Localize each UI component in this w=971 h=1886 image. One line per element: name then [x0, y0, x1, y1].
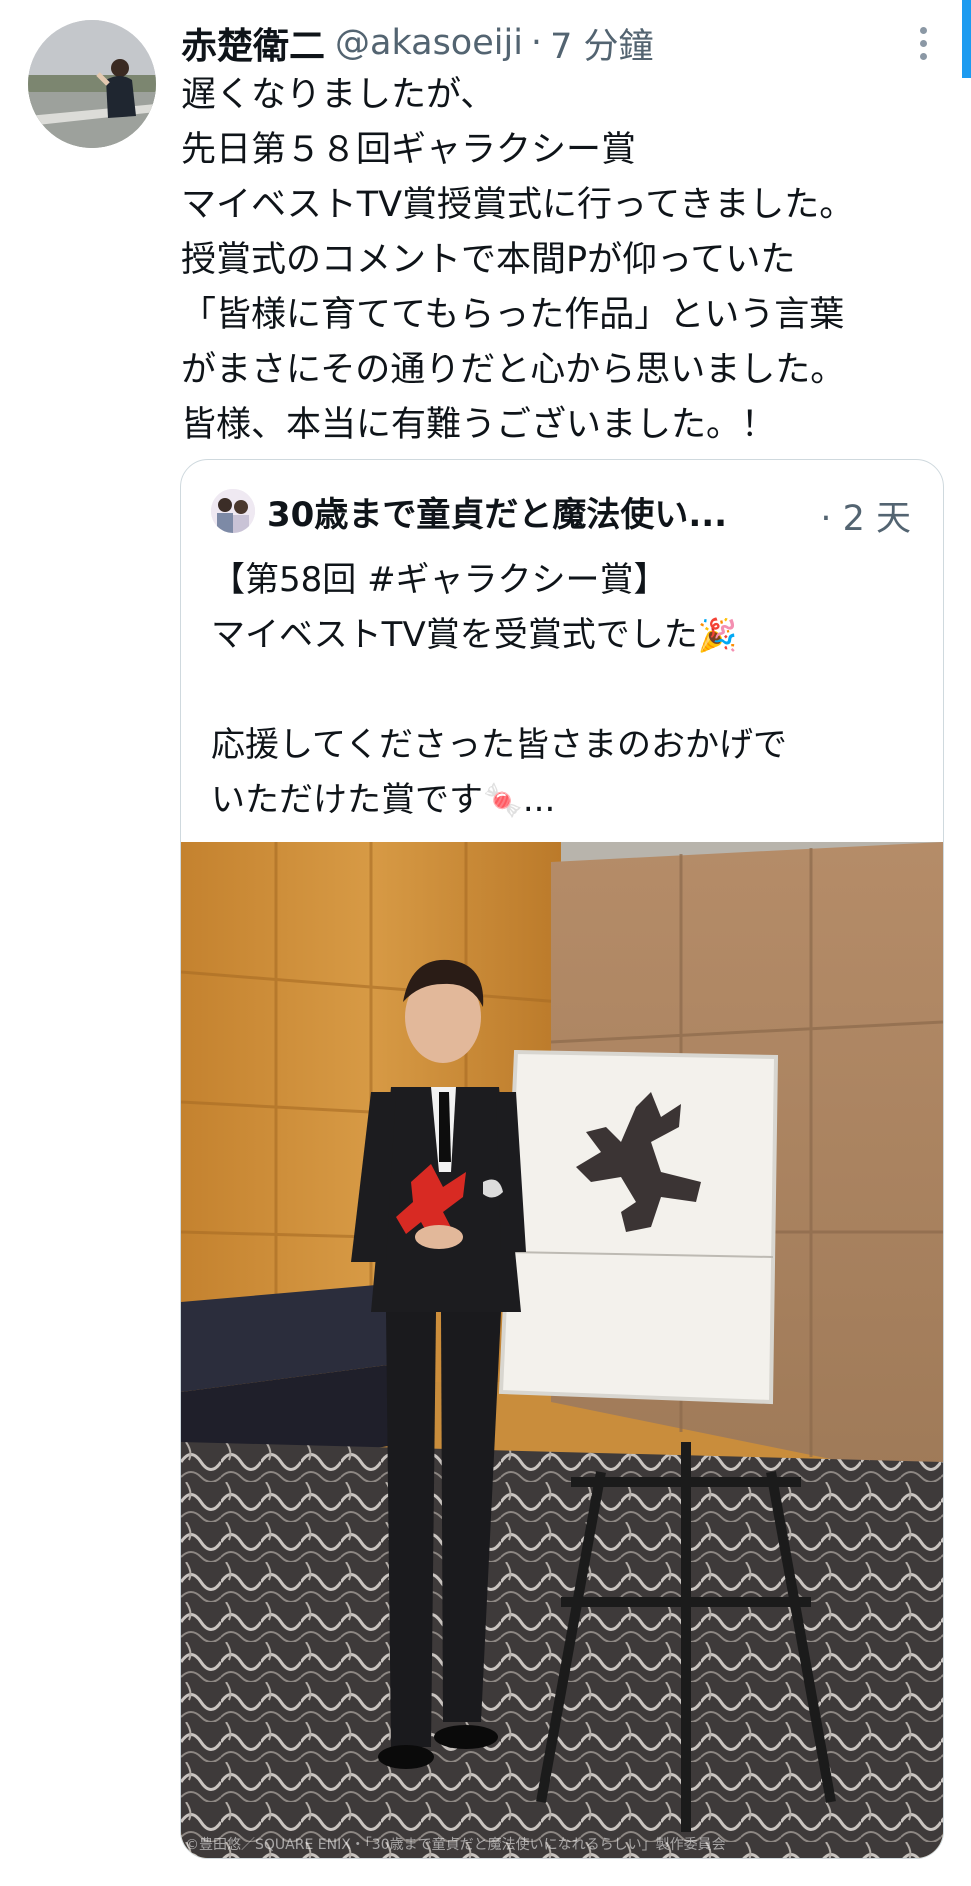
quoted-author-name[interactable]: 30歳まで童貞だと魔法使い... [267, 487, 727, 536]
more-dot [919, 52, 927, 60]
tweet-container[interactable]: 赤楚衛二 @akasoeiji · 7 分鐘 遅くなりましたが、 先日第５８回ギ… [0, 0, 971, 1886]
author-handle[interactable]: @akasoeiji [335, 23, 523, 63]
avatar-photo [28, 20, 156, 148]
quoted-avatar-photo [211, 489, 255, 533]
tweet-text-line: がまさにその通りだと心から思いました。 [181, 350, 846, 390]
tweet-text-line: 「皆様に育ててもらった作品」という言葉 [181, 295, 845, 335]
header-separator: · [530, 23, 543, 63]
more-vertical-icon[interactable] [908, 20, 938, 66]
quoted-text-line: いただけた賞です🍬... [211, 773, 911, 828]
truncation-ellipsis: ... [522, 780, 556, 820]
party-popper-icon: 🎉 [697, 616, 738, 654]
quoted-tweet-card[interactable]: 30歳まで童貞だと魔法使い... · 2 天 【第58回 #ギャラクシー賞】 マ… [180, 459, 944, 1859]
quoted-text-line [211, 663, 911, 718]
quoted-text-fragment: いただけた賞です [211, 780, 483, 820]
tweet-text-line: 先日第５８回ギャラクシー賞 [181, 130, 637, 170]
tweet-text: 遅くなりましたが、 先日第５８回ギャラクシー賞 マイベストTV賞授賞式に行ってき… [181, 68, 961, 453]
quoted-tweet-timestamp[interactable]: · 2 天 [820, 490, 911, 541]
tweet-timestamp[interactable]: 7 分鐘 [550, 18, 653, 69]
quoted-text-line: 【第58回 #ギャラクシー賞】 [211, 560, 668, 600]
tweet-text-line: マイベストTV賞授賞式に行ってきました。 [181, 185, 855, 225]
quoted-author-avatar[interactable] [211, 489, 255, 533]
photo-image [181, 842, 943, 1858]
tweet-header: 赤楚衛二 @akasoeiji · 7 分鐘 [181, 18, 653, 68]
quoted-tweet-text: 【第58回 #ギャラクシー賞】 マイベストTV賞を受賞式でした🎉 応援してくださ… [211, 553, 911, 828]
more-dot [919, 39, 927, 47]
scroll-indicator [962, 0, 971, 78]
quoted-tweet-photo[interactable]: ©豊田悠／SQUARE ENIX・「30歳まで童貞だと魔法使いになれるらしい」製… [181, 842, 943, 1858]
candy-icon: 🍬 [483, 781, 523, 819]
quoted-text-line: マイベストTV賞を受賞式でした🎉 [211, 608, 911, 663]
author-avatar[interactable] [28, 20, 156, 148]
quoted-tweet-header: 30歳まで童貞だと魔法使い... · 2 天 [211, 486, 911, 539]
photo-copyright-caption: ©豊田悠／SQUARE ENIX・「30歳まで童貞だと魔法使いになれるらしい」製… [185, 1837, 726, 1853]
quoted-text-line: 応援してくださった皆さまのおかげで [211, 725, 787, 765]
author-display-name[interactable]: 赤楚衛二 [181, 17, 325, 69]
tweet-text-line: 遅くなりましたが、 [181, 75, 496, 115]
more-dot [919, 26, 927, 34]
tweet-text-line: 皆様、本当に有難うございました。！ [181, 405, 777, 445]
quoted-text-fragment: マイベストTV賞を受賞式でした [211, 615, 698, 655]
tweet-text-line: 授賞式のコメントで本間Pが仰っていた [181, 240, 796, 280]
